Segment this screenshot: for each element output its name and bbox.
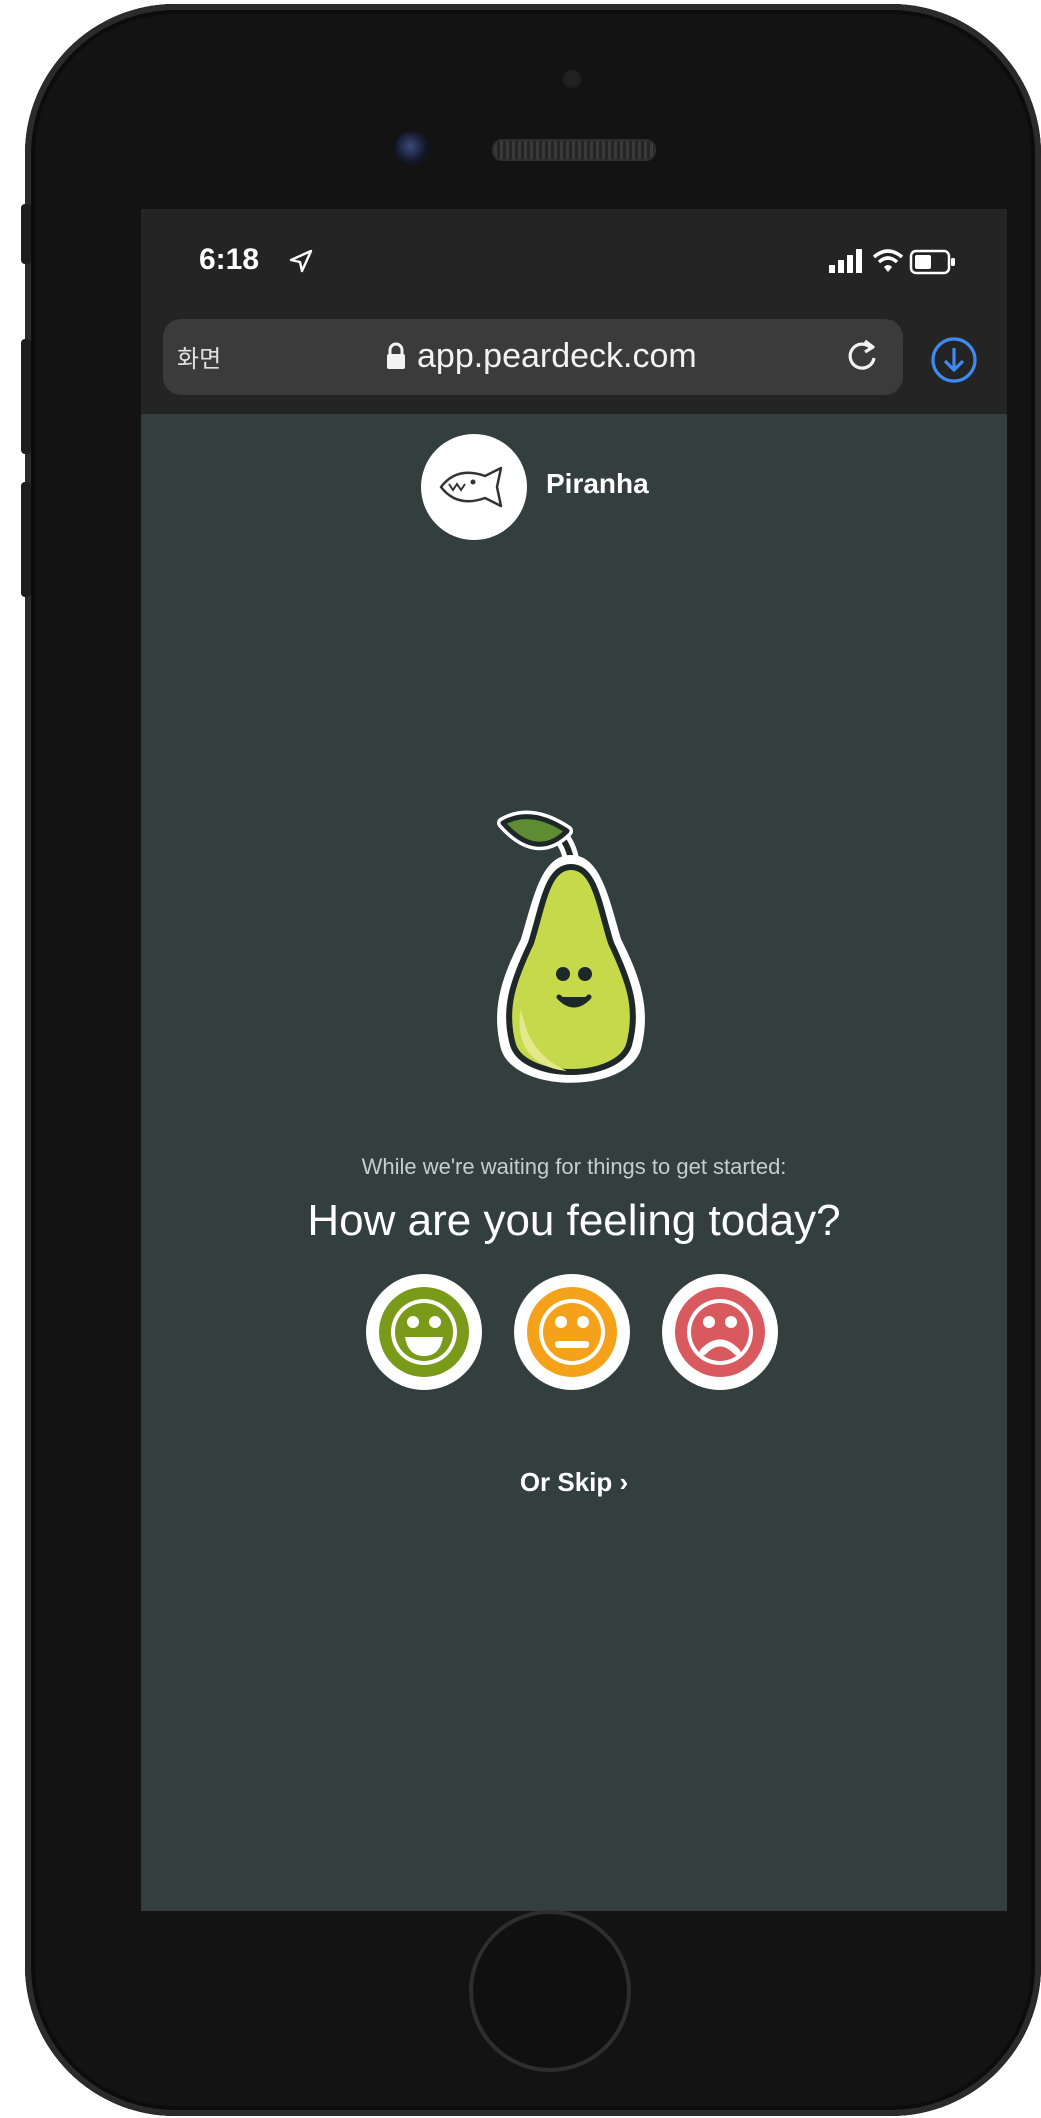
location-arrow-icon (289, 249, 313, 273)
sad-face-icon (675, 1287, 765, 1377)
neutral-face-icon (527, 1287, 617, 1377)
battery-icon (909, 249, 955, 275)
mood-prompt-question: How are you feeling today? (307, 1196, 841, 1245)
mood-sad-button[interactable] (662, 1274, 778, 1390)
download-icon[interactable] (929, 335, 979, 385)
browser-chrome: 6:18 화면 app.peardeck.com (141, 209, 1007, 414)
proximity-sensor (561, 68, 583, 90)
room-name: Piranha (546, 468, 649, 499)
lock-icon (387, 342, 405, 369)
status-time: 6:18 (199, 243, 260, 276)
url-text[interactable]: app.peardeck.com (417, 337, 697, 376)
status-bar: 6:18 (141, 209, 1007, 309)
pear-mascot-icon (497, 810, 645, 1083)
happy-face-icon (379, 1287, 469, 1377)
mood-prompt-subtitle: While we're waiting for things to get st… (361, 1154, 787, 1179)
top-bezel (25, 4, 1041, 209)
front-camera (395, 131, 429, 165)
home-button[interactable] (469, 1910, 631, 2072)
phone-screen: 6:18 화면 app.peardeck.com Piranha While w… (141, 209, 1007, 1911)
skip-link[interactable]: Or Skip › (141, 1467, 1007, 1498)
volume-down-button (21, 482, 31, 597)
earpiece-speaker (492, 139, 656, 161)
reload-icon[interactable] (843, 337, 881, 375)
mute-switch (21, 204, 31, 264)
address-bar[interactable]: 화면 app.peardeck.com (163, 319, 903, 395)
mood-happy-button[interactable] (366, 1274, 482, 1390)
cellular-signal-icon (829, 249, 862, 273)
mood-neutral-button[interactable] (514, 1274, 630, 1390)
peardeck-waiting-screen: Piranha While we're waiting for things t… (141, 414, 1007, 1911)
mood-options (366, 1274, 786, 1394)
room-avatar (421, 434, 527, 540)
reader-view-button[interactable]: 화면 (177, 339, 221, 374)
phone-frame: 6:18 화면 app.peardeck.com Piranha While w… (21, 4, 1041, 2116)
wifi-icon (872, 249, 904, 272)
volume-up-button (21, 339, 31, 454)
fish-icon (439, 466, 503, 508)
